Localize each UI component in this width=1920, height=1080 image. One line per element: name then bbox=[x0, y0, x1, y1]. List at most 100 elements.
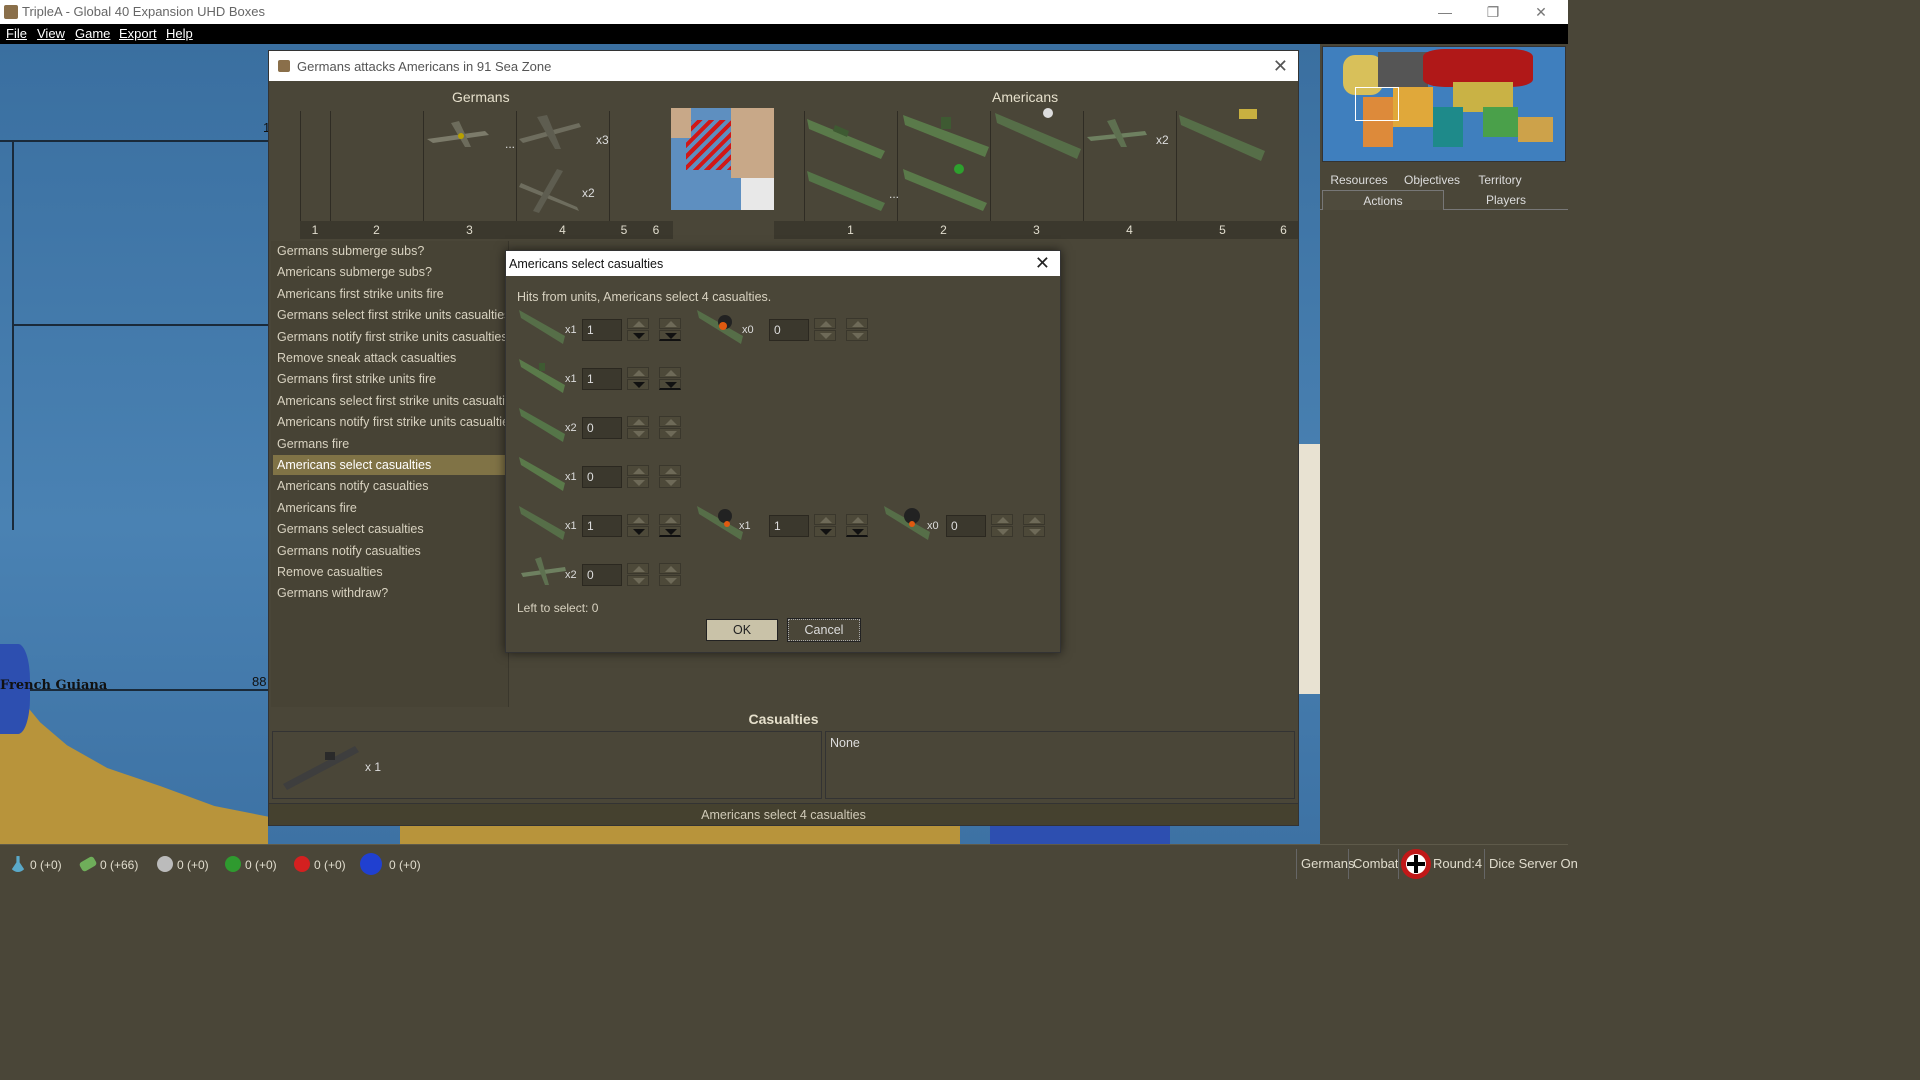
dialog-titlebar: Americans select casualties ✕ bbox=[506, 251, 1060, 276]
step-item[interactable]: Remove sneak attack casualties bbox=[273, 348, 509, 368]
battle-close-button[interactable]: ✕ bbox=[1273, 56, 1288, 77]
casualty-stepper[interactable] bbox=[623, 416, 653, 440]
minimize-button[interactable]: — bbox=[1422, 2, 1468, 22]
tabs-row-1: Resources Objectives Territory bbox=[1320, 170, 1568, 190]
battle-titlebar: Germans attacks Americans in 91 Sea Zone… bbox=[269, 51, 1298, 81]
casualty-stepper-max[interactable] bbox=[655, 318, 685, 342]
casualties-title: Casualties bbox=[748, 711, 819, 727]
step-item[interactable]: Germans notify first strike units casual… bbox=[273, 327, 509, 347]
step-item[interactable]: Americans submerge subs? bbox=[273, 262, 509, 282]
dialog-close-button[interactable]: ✕ bbox=[1035, 253, 1050, 274]
step-item[interactable]: Americans fire bbox=[273, 498, 509, 518]
casualty-row: x1 1 x1 1 x0 0 bbox=[517, 500, 1057, 544]
step-item[interactable]: Americans select first strike units casu… bbox=[273, 391, 518, 411]
ll-token-icon bbox=[360, 853, 382, 875]
step-item[interactable]: Germans withdraw? bbox=[273, 583, 509, 603]
casualty-stepper-max[interactable] bbox=[1019, 514, 1049, 538]
casualty-count: x 1 bbox=[365, 760, 382, 774]
casualty-count-input[interactable]: 1 bbox=[582, 368, 622, 390]
ok-button[interactable]: OK bbox=[706, 619, 778, 641]
close-window-button[interactable]: ✕ bbox=[1518, 2, 1564, 22]
attacker-col-5: 5 bbox=[609, 221, 639, 239]
cancel-button[interactable]: Cancel bbox=[787, 618, 861, 642]
step-item[interactable]: Germans select casualties bbox=[273, 519, 509, 539]
tab-actions[interactable]: Actions bbox=[1322, 190, 1444, 210]
casualty-stepper[interactable] bbox=[623, 367, 653, 391]
german-bomber-unit bbox=[519, 115, 581, 149]
casualty-stepper-max[interactable] bbox=[655, 465, 685, 489]
menu-help[interactable]: Help bbox=[166, 26, 193, 41]
casualty-count-input[interactable]: 1 bbox=[582, 515, 622, 537]
map-zone-88: 88 bbox=[252, 674, 267, 689]
menu-export[interactable]: Export bbox=[119, 26, 157, 41]
casualty-stepper[interactable] bbox=[810, 514, 840, 538]
casualty-stepper[interactable] bbox=[623, 465, 653, 489]
triplea-app-icon bbox=[4, 5, 18, 19]
casualty-stepper-max[interactable] bbox=[655, 563, 685, 587]
right-panel: Resources Objectives Territory Actions P… bbox=[1320, 44, 1568, 844]
casualty-stepper[interactable] bbox=[623, 318, 653, 342]
damaged-carrier-icon bbox=[697, 310, 743, 344]
red-token-icon bbox=[294, 856, 310, 872]
select-casualties-dialog: Americans select casualties ✕ Hits from … bbox=[505, 250, 1061, 653]
current-player: Germans bbox=[1296, 849, 1354, 879]
casualty-stepper-max[interactable] bbox=[842, 318, 872, 342]
menu-file[interactable]: File bbox=[6, 26, 27, 41]
triplea-app-icon bbox=[278, 60, 290, 72]
casualty-count-input[interactable]: 0 bbox=[582, 417, 622, 439]
step-item[interactable]: Germans submerge subs? bbox=[273, 241, 509, 261]
tab-territory[interactable]: Territory bbox=[1468, 170, 1532, 190]
casualty-stepper-max[interactable] bbox=[842, 514, 872, 538]
american-fighter-unit bbox=[1087, 119, 1147, 147]
casualty-stepper-max[interactable] bbox=[655, 514, 685, 538]
defender-col-2: 2 bbox=[897, 221, 990, 239]
german-fighter-unit bbox=[427, 121, 489, 147]
american-transport-unit bbox=[807, 171, 885, 211]
casualty-count-input[interactable]: 0 bbox=[582, 564, 622, 586]
tab-players[interactable]: Players bbox=[1446, 190, 1566, 210]
tab-objectives[interactable]: Objectives bbox=[1398, 170, 1466, 190]
minimap[interactable] bbox=[1322, 46, 1566, 162]
menu-game[interactable]: Game bbox=[75, 26, 110, 41]
american-destroyer-unit bbox=[903, 115, 989, 157]
step-item[interactable]: Americans notify first strike units casu… bbox=[273, 412, 515, 432]
step-item[interactable]: Americans first strike units fire bbox=[273, 284, 509, 304]
casualty-stepper[interactable] bbox=[987, 514, 1017, 538]
current-phase: Combat bbox=[1348, 849, 1399, 879]
casualty-stepper-max[interactable] bbox=[655, 416, 685, 440]
attacker-title: Germans bbox=[452, 89, 510, 105]
resource-skull: 0 (+0) bbox=[157, 856, 227, 874]
step-item[interactable]: Germans first strike units fire bbox=[273, 369, 509, 389]
step-item-selected[interactable]: Americans select casualties bbox=[273, 455, 509, 475]
menu-bar: File View Game Export Help bbox=[0, 24, 1568, 44]
casualty-count-input[interactable]: 0 bbox=[769, 319, 809, 341]
step-item[interactable]: Remove casualties bbox=[273, 562, 509, 582]
green-token-icon bbox=[225, 856, 241, 872]
casualty-stepper[interactable] bbox=[623, 514, 653, 538]
menu-view[interactable]: View bbox=[37, 26, 65, 41]
status-bar: 0 (+0) 0 (+66) 0 (+0) 0 (+0) 0 (+0) 0 (+… bbox=[0, 844, 1578, 882]
resource-research: 0 (+0) bbox=[10, 856, 80, 874]
transport-icon bbox=[519, 408, 565, 442]
left-to-select-text: Left to select: 0 bbox=[517, 601, 599, 615]
american-battleship-unit bbox=[1179, 109, 1265, 161]
step-item[interactable]: Germans notify casualties bbox=[273, 541, 509, 561]
casualty-stepper-max[interactable] bbox=[655, 367, 685, 391]
defender-col-3: 3 bbox=[990, 221, 1083, 239]
tab-resources[interactable]: Resources bbox=[1322, 170, 1396, 190]
battle-status-text: Americans select 4 casualties bbox=[269, 803, 1298, 825]
casualty-count-input[interactable]: 1 bbox=[582, 319, 622, 341]
casualty-stepper[interactable] bbox=[810, 318, 840, 342]
casualty-stepper[interactable] bbox=[623, 563, 653, 587]
step-item[interactable]: Americans notify casualties bbox=[273, 476, 509, 496]
casualty-count-input[interactable]: 1 bbox=[769, 515, 809, 537]
casualty-row: x2 0 bbox=[517, 402, 717, 446]
attacker-col-4: 4 bbox=[516, 221, 609, 239]
attacker-col-2: 2 bbox=[330, 221, 423, 239]
casualty-count-input[interactable]: 0 bbox=[946, 515, 986, 537]
step-item[interactable]: Germans fire bbox=[273, 434, 509, 454]
maximize-button[interactable]: ❐ bbox=[1470, 2, 1516, 22]
defender-col-4: 4 bbox=[1083, 221, 1176, 239]
step-item[interactable]: Germans select first strike units casual… bbox=[273, 305, 510, 325]
casualty-count-input[interactable]: 0 bbox=[582, 466, 622, 488]
